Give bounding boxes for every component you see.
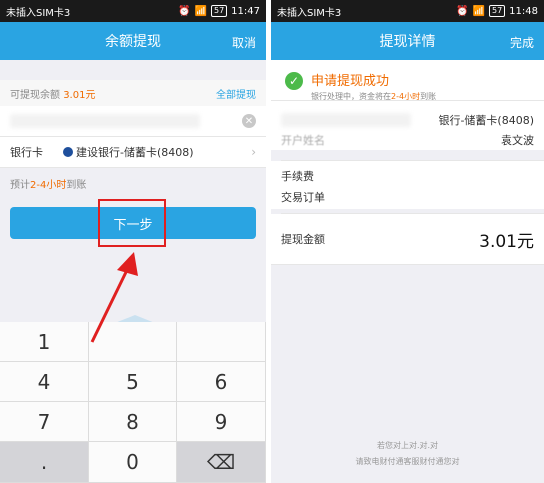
withdraw-detail-screen: 未插入SIM卡3 ⏰ 📶 57 11:48 提现详情 完成 ✓ 申请提现成功 银… xyxy=(271,0,544,483)
success-subtitle: 银行处理中，资金将在2-4小时到账 xyxy=(311,92,437,101)
amount-row: 提现金额 3.01元 xyxy=(271,214,544,264)
status-bar: 未插入SIM卡3 ⏰ 📶 57 11:48 xyxy=(271,0,544,22)
annotation-arrow-icon xyxy=(90,252,138,343)
page-title: 提现详情 xyxy=(379,34,436,50)
success-banner: ✓ 申请提现成功 银行处理中，资金将在2-4小时到账 xyxy=(271,60,544,101)
fee-row: 手续费 xyxy=(271,161,544,185)
clock-time: 11:48 xyxy=(509,5,538,17)
blurred-text xyxy=(281,112,411,127)
success-title: 申请提现成功 xyxy=(311,74,390,89)
order-row: 交易订单 xyxy=(271,185,544,209)
holder-row: 开户姓名 袁文波 xyxy=(271,130,544,150)
footer-note: 若您对上对.对.对 请致电财付通客服财付通您对 xyxy=(355,441,460,466)
battery-icon: 57 xyxy=(488,5,506,17)
withdraw-screen: 未插入SIM卡3 ⏰ 📶 57 11:47 余额提现 取消 可提现余额 3.01… xyxy=(0,0,266,483)
amount-value: 3.01元 xyxy=(479,231,534,252)
holder-label: 开户姓名 xyxy=(281,134,325,147)
done-button[interactable]: 完成 xyxy=(510,34,534,51)
holder-value: 袁文波 xyxy=(501,134,534,147)
nav-bar: 提现详情 完成 xyxy=(271,22,544,60)
bank-value: 银行-储蓄卡(8408) xyxy=(438,113,534,127)
alarm-icon: ⏰ xyxy=(456,5,469,17)
check-icon: ✓ xyxy=(285,72,303,90)
order-label: 交易订单 xyxy=(281,191,325,204)
fee-label: 手续费 xyxy=(281,170,314,183)
wifi-icon: 📶 xyxy=(472,5,485,17)
carrier-label: 未插入SIM卡3 xyxy=(277,7,342,19)
amount-label: 提现金额 xyxy=(281,233,325,246)
